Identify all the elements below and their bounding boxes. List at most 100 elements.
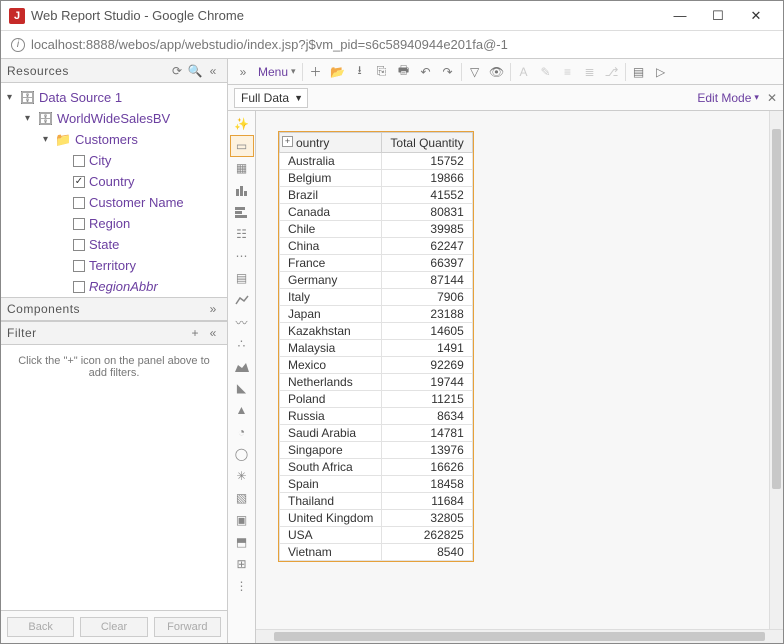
align-left-icon[interactable]: ≡ (557, 61, 579, 83)
table-row[interactable]: Saudi Arabia14781 (280, 425, 473, 442)
align-menu-icon[interactable]: ≣ (579, 61, 601, 83)
crosstab-icon[interactable]: ▦ (230, 157, 254, 179)
address-bar[interactable]: i localhost:8888/webos/app/webstudio/ind… (1, 31, 783, 59)
heatmap-icon[interactable]: ▤ (230, 267, 254, 289)
undo-icon[interactable]: ↶ (415, 61, 437, 83)
data-mode-select[interactable]: Full Data ▼ (234, 88, 308, 108)
table-header[interactable]: Total Quantity (382, 133, 472, 153)
table-row[interactable]: France66397 (280, 255, 473, 272)
area-chart-icon[interactable] (230, 355, 254, 377)
components-header[interactable]: Components » (1, 297, 227, 321)
branch-icon[interactable]: ⎇ (601, 61, 623, 83)
hbar-chart-icon[interactable] (230, 201, 254, 223)
text-tool-icon[interactable]: A (513, 61, 535, 83)
expand-components-icon[interactable]: » (205, 302, 221, 316)
preview-icon[interactable]: 👁 (486, 61, 508, 83)
print-icon[interactable]: 🖶 (393, 61, 415, 83)
tree-node[interactable]: ▾🗄WorldWideSalesBV (1, 108, 227, 129)
resource-tree[interactable]: ▾🗄Data Source 1▾🗄WorldWideSalesBV▾📁Custo… (1, 83, 227, 297)
save-icon[interactable]: ⭳ (349, 61, 371, 83)
tree-arrow-icon[interactable]: ▾ (7, 92, 19, 103)
shape-icon[interactable]: ▷ (650, 61, 672, 83)
menu-button[interactable]: Menu▾ (254, 65, 300, 79)
area2-chart-icon[interactable]: ◣ (230, 377, 254, 399)
table-row[interactable]: United Kingdom32805 (280, 510, 473, 527)
tree-node[interactable]: RegionAbbr (1, 276, 227, 297)
table-row[interactable]: Spain18458 (280, 476, 473, 493)
table-row[interactable]: USA262825 (280, 527, 473, 544)
table-row[interactable]: Thailand11684 (280, 493, 473, 510)
combo-chart-icon[interactable]: ⬒ (230, 531, 254, 553)
filter-icon[interactable]: ▽ (464, 61, 486, 83)
resources-header[interactable]: Resources ⟳ 🔍 « (1, 59, 227, 83)
table-header[interactable]: +ountry (280, 133, 382, 153)
tree-chart-icon[interactable]: ⊞ (230, 553, 254, 575)
tree-checkbox[interactable] (73, 239, 85, 251)
tree-checkbox[interactable] (73, 260, 85, 272)
collapse-icon[interactable]: « (205, 64, 221, 78)
table-row[interactable]: Mexico92269 (280, 357, 473, 374)
data-table[interactable]: +ountryTotal QuantityAustralia15752Belgi… (279, 132, 473, 561)
tree-node[interactable]: City (1, 150, 227, 171)
back-button[interactable]: Back (7, 617, 74, 637)
export-icon[interactable]: ⎘ (371, 61, 393, 83)
horizontal-scrollbar[interactable] (256, 629, 783, 643)
new-icon[interactable]: ＋ (305, 61, 327, 83)
table-row[interactable]: Australia15752 (280, 153, 473, 170)
layout-icon[interactable]: ▤ (628, 61, 650, 83)
tree-arrow-icon[interactable]: ▾ (25, 113, 37, 124)
maximize-button[interactable]: ☐ (699, 2, 737, 30)
tree-node[interactable]: ▾🗄Data Source 1 (1, 87, 227, 108)
tree-arrow-icon[interactable]: ▾ (43, 134, 55, 145)
tree-node[interactable]: State (1, 234, 227, 255)
table-row[interactable]: Russia8634 (280, 408, 473, 425)
stacked-bar-icon[interactable]: ☷ (230, 223, 254, 245)
edit-mode-toggle[interactable]: Edit Mode▾ (697, 91, 759, 105)
tree-checkbox[interactable] (73, 155, 85, 167)
donut-chart-icon[interactable]: ◯ (230, 443, 254, 465)
forward-button[interactable]: Forward (154, 617, 221, 637)
map-icon[interactable]: ▧ (230, 487, 254, 509)
more-charts-icon[interactable]: ⋮ (230, 575, 254, 597)
tree-node[interactable]: Territory (1, 255, 227, 276)
close-window-button[interactable]: ✕ (737, 2, 775, 30)
tree-checkbox[interactable] (73, 176, 85, 188)
image-icon[interactable]: ▣ (230, 509, 254, 531)
report-canvas[interactable]: +ountryTotal QuantityAustralia15752Belgi… (256, 111, 783, 643)
site-info-icon[interactable]: i (11, 38, 25, 52)
table-row[interactable]: South Africa16626 (280, 459, 473, 476)
scatter-icon[interactable]: ∴ (230, 333, 254, 355)
tree-checkbox[interactable] (73, 197, 85, 209)
tree-node[interactable]: Region (1, 213, 227, 234)
report-table-card[interactable]: +ountryTotal QuantityAustralia15752Belgi… (278, 131, 474, 562)
table-chart-icon[interactable]: ▭ (230, 135, 254, 157)
tree-node[interactable]: ▾📁Customers (1, 129, 227, 150)
tree-checkbox[interactable] (73, 218, 85, 230)
table-row[interactable]: Italy7906 (280, 289, 473, 306)
add-filter-icon[interactable]: + (187, 326, 203, 340)
wizard-icon[interactable]: ✨ (230, 113, 254, 135)
search-icon[interactable]: 🔍 (187, 64, 203, 78)
expand-toolbar-icon[interactable]: » (232, 61, 254, 83)
tree-node[interactable]: Customer Name (1, 192, 227, 213)
close-edit-icon[interactable]: ✕ (767, 91, 777, 105)
redo-icon[interactable]: ↷ (437, 61, 459, 83)
open-icon[interactable]: 📂 (327, 61, 349, 83)
table-row[interactable]: Netherlands19744 (280, 374, 473, 391)
refresh-icon[interactable]: ⟳ (169, 64, 185, 78)
table-row[interactable]: Singapore13976 (280, 442, 473, 459)
area3-chart-icon[interactable]: ▲ (230, 399, 254, 421)
line-chart-icon[interactable] (230, 289, 254, 311)
style-tool-icon[interactable]: ✎ (535, 61, 557, 83)
dots-chart-icon[interactable]: ⋯ (230, 245, 254, 267)
radar-chart-icon[interactable]: ✳ (230, 465, 254, 487)
table-row[interactable]: China62247 (280, 238, 473, 255)
filter-header[interactable]: Filter + « (1, 321, 227, 345)
table-row[interactable]: Belgium19866 (280, 170, 473, 187)
table-row[interactable]: Brazil41552 (280, 187, 473, 204)
minimize-button[interactable]: — (661, 2, 699, 30)
table-row[interactable]: Malaysia1491 (280, 340, 473, 357)
table-row[interactable]: Kazakhstan14605 (280, 323, 473, 340)
tree-checkbox[interactable] (73, 281, 85, 293)
table-row[interactable]: Vietnam8540 (280, 544, 473, 561)
